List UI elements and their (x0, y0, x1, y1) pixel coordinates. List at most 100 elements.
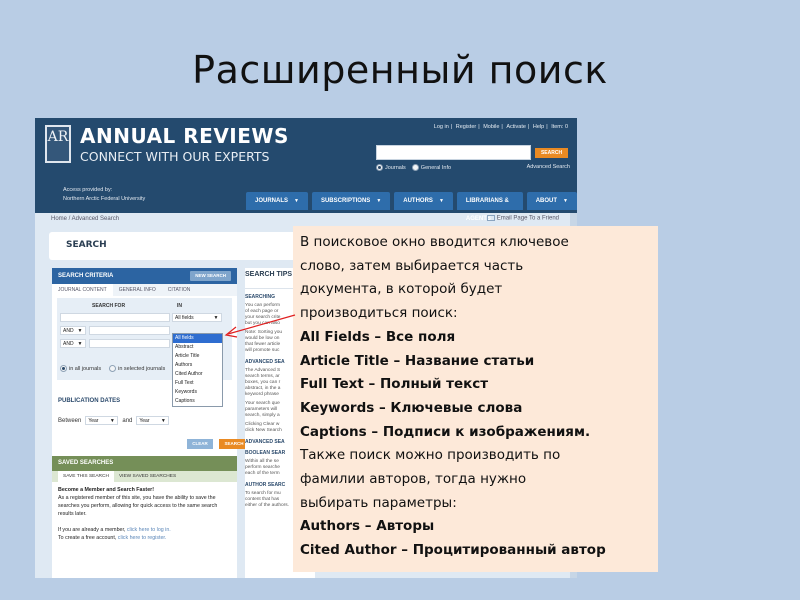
from-year-value: Year (88, 418, 99, 424)
radio-checked-icon[interactable] (376, 164, 383, 171)
radio-checked-icon[interactable] (60, 365, 67, 372)
brand-name: ANNUAL REVIEWS (80, 124, 289, 148)
tab-citation[interactable]: CITATION (162, 284, 197, 296)
saved-searches-panel: SAVED SEARCHES SAVE THIS SEARCH VIEW SAV… (52, 456, 237, 578)
nav-label: SUBSCRIPTIONS (320, 198, 371, 204)
caret-down-icon: ▼ (438, 198, 444, 204)
operator-value: AND (63, 328, 74, 334)
search-term-input-2[interactable] (89, 326, 170, 335)
page-title: SEARCH (66, 240, 107, 250)
radio-unchecked-icon[interactable] (109, 365, 117, 372)
note-field-line: Captions – Подписи к изображениям. (300, 423, 591, 440)
option-abstract[interactable]: Abstract (173, 343, 222, 352)
tab-view-saved-searches[interactable]: VIEW SAVED SEARCHES (114, 471, 181, 482)
saved-searches-header: SAVED SEARCHES (52, 456, 237, 471)
note-field-line: Article Title – Название статьи (300, 352, 535, 369)
nav-about[interactable]: ABOUT ▼ (526, 192, 577, 210)
email-page-link[interactable]: Email Page To a Friend (486, 215, 559, 222)
tab-save-this-search[interactable]: SAVE THIS SEARCH (58, 471, 114, 482)
nav-authors[interactable]: AUTHORS ▼ (394, 192, 453, 210)
red-arrow-annotation (224, 314, 296, 338)
chevron-down-icon[interactable]: ▼ (108, 417, 116, 424)
activate-link[interactable]: Activate (506, 124, 526, 130)
register-link[interactable]: click here to register. (118, 535, 167, 541)
operator-select-3[interactable]: AND ▼ (60, 339, 86, 348)
scope-journals[interactable]: Journals (376, 164, 406, 171)
main-nav: JOURNALS ▼ SUBSCRIPTIONS ▼ AUTHORS ▼ LIBRAR… (246, 192, 577, 222)
top-links: Log in | Register | Mobile | Activate | Help… (433, 124, 568, 130)
note-line: документа, в которой будет (300, 281, 503, 298)
option-all-fields[interactable]: All fields (173, 334, 222, 343)
member-description: As a registered member of this site, you… (58, 495, 218, 517)
cart-link[interactable]: Item: 0 (551, 124, 568, 130)
envelope-icon (486, 215, 495, 221)
operator-value: AND (63, 341, 74, 347)
new-search-button[interactable]: NEW SEARCH (190, 271, 231, 281)
search-term-input-3[interactable] (89, 339, 170, 348)
scope-selected-label: in selected journals (118, 365, 166, 372)
operator-select-2[interactable]: AND ▼ (60, 326, 86, 335)
scope-all-journals[interactable]: in all journals (60, 365, 101, 372)
email-page-label: Email Page To a Friend (496, 215, 559, 222)
note-field-line: Full Text – Полный текст (300, 376, 489, 393)
annual-reviews-logo-icon[interactable]: AR (45, 125, 71, 163)
member-heading: Become a Member and Search Faster! (58, 487, 154, 493)
login-link[interactable]: click here to log in. (127, 527, 171, 533)
breadcrumb[interactable]: Home / Advanced Search (51, 216, 119, 222)
option-keywords[interactable]: Keywords (173, 388, 222, 397)
note-author-line: Authors – Авторы (300, 518, 435, 535)
option-captions[interactable]: Captions (173, 397, 222, 406)
note-field-line: All Fields – Все поля (300, 328, 456, 345)
field-select-value: All fields (175, 315, 194, 321)
clear-button[interactable]: CLEAR (187, 439, 213, 449)
option-full-text[interactable]: Full Text (173, 379, 222, 388)
nav-journals[interactable]: JOURNALS ▼ (246, 192, 308, 210)
tab-general-info[interactable]: GENERAL INFO (113, 284, 162, 296)
search-term-input-1[interactable] (60, 313, 170, 322)
help-link[interactable]: Help (533, 124, 544, 130)
nav-subscriptions[interactable]: SUBSCRIPTIONS ▼ (311, 192, 391, 210)
caret-down-icon: ▼ (376, 198, 382, 204)
note-line: Также поиск можно производить по (300, 447, 561, 464)
saved-searches-body: Become a Member and Search Faster! As a … (52, 482, 237, 546)
radio-unchecked-icon[interactable] (411, 164, 419, 171)
login-link[interactable]: Log in (434, 124, 449, 130)
search-scope: Journals General Info (376, 164, 451, 171)
note-line: В поисковое окно вводится ключевое (300, 234, 569, 250)
scope-general-info[interactable]: General Info (411, 164, 451, 171)
advanced-search-link[interactable]: Advanced Search (527, 164, 570, 170)
scope-selected-journals[interactable]: in selected journals (109, 365, 165, 372)
to-year-value: Year (139, 418, 150, 424)
search-criteria-header: SEARCH CRITERIA NEW SEARCH (52, 268, 237, 284)
option-cited-author[interactable]: Cited Author (173, 370, 222, 379)
caret-down-icon: ▼ (294, 198, 299, 204)
create-account-text: To create a free account, (58, 535, 117, 541)
chevron-down-icon[interactable]: ▼ (159, 417, 167, 424)
between-label: Between (58, 417, 82, 424)
search-for-label: SEARCH FOR (92, 303, 126, 309)
journal-scope: in all journals in selected journals (60, 365, 165, 372)
header-search-input[interactable] (376, 145, 531, 160)
nav-librarians-agents[interactable]: LIBRARIANS & AGENTS ▼ (456, 192, 523, 222)
criteria-tabs: JOURNAL CONTENT GENERAL INFO CITATION (52, 284, 237, 296)
tab-journal-content[interactable]: JOURNAL CONTENT (52, 284, 113, 296)
option-authors[interactable]: Authors (173, 361, 222, 370)
register-link[interactable]: Register (456, 124, 476, 130)
chevron-down-icon[interactable]: ▼ (212, 314, 220, 321)
member-text: If you are already a member, (58, 527, 126, 533)
note-line: производиться поиск: (300, 305, 458, 322)
from-year-select[interactable]: Year ▼ (85, 416, 119, 425)
chevron-down-icon[interactable]: ▼ (76, 340, 84, 347)
to-year-select[interactable]: Year ▼ (136, 416, 170, 425)
field-select[interactable]: All fields ▼ (172, 313, 222, 322)
caret-down-icon: ▼ (563, 198, 568, 204)
search-criteria-title: SEARCH CRITERIA (58, 273, 114, 279)
slide-title: Расширенный поиск (192, 48, 608, 92)
field-dropdown-list: All fields Abstract Article Title Author… (172, 333, 223, 407)
chevron-down-icon[interactable]: ▼ (76, 327, 84, 334)
header-search-button[interactable]: SEARCH (535, 148, 568, 158)
arrow-line (227, 314, 296, 335)
option-article-title[interactable]: Article Title (173, 352, 222, 361)
brand-tagline: CONNECT WITH OUR EXPERTS (80, 149, 270, 164)
mobile-link[interactable]: Mobile (483, 124, 499, 130)
